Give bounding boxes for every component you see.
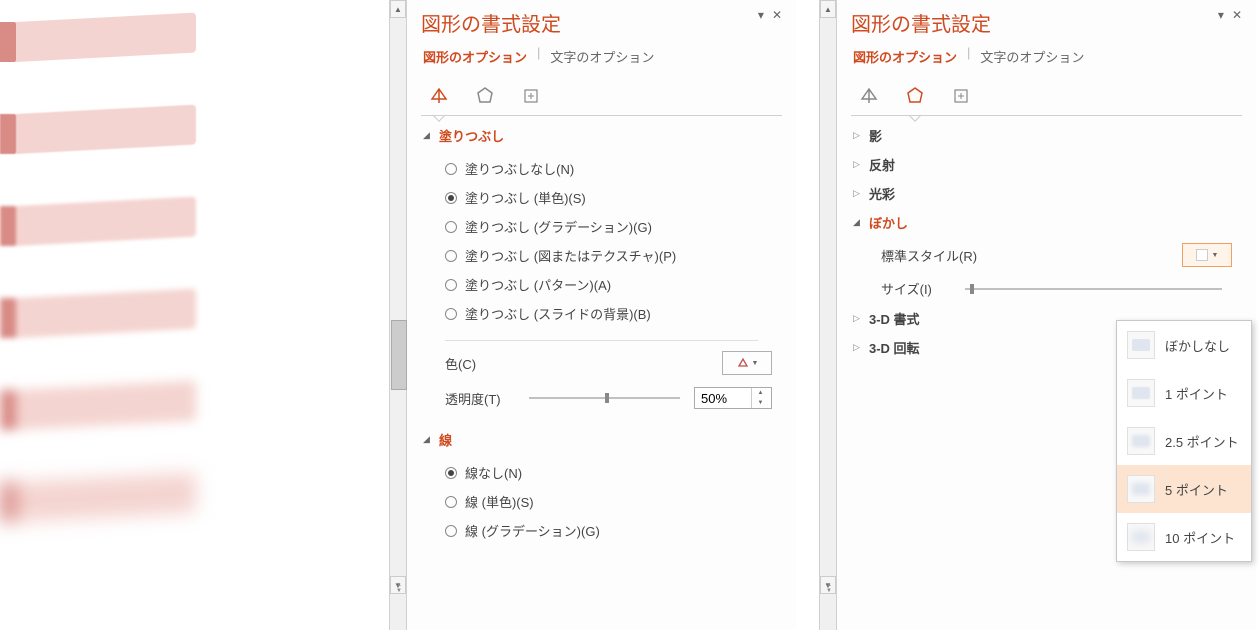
blur-option-10pt[interactable]: 10 ポイント — [1117, 513, 1251, 561]
format-shape-panel-fill: ▲ ▼ ▲▼ 図形の書式設定 ▾ ✕ 図形のオプション | 文字のオプション ◢… — [406, 0, 796, 630]
radio-line-solid[interactable]: 線 (単色)(S) — [445, 487, 780, 516]
radio-fill-none[interactable]: 塗りつぶしなし(N) — [445, 154, 780, 183]
section-reflection[interactable]: ▷反射 — [853, 150, 1240, 179]
radio-fill-gradient[interactable]: 塗りつぶし (グラデーション)(G) — [445, 212, 780, 241]
panel-title: 図形の書式設定 — [421, 8, 561, 37]
close-icon[interactable]: ✕ — [772, 8, 782, 22]
blur-option-25pt[interactable]: 2.5 ポイント — [1117, 417, 1251, 465]
color-picker-button[interactable]: ▼ — [722, 351, 772, 375]
effects-icon[interactable] — [901, 82, 929, 110]
blur-option-1pt[interactable]: 1 ポイント — [1117, 369, 1251, 417]
tab-shape-options[interactable]: 図形のオプション — [851, 45, 959, 74]
tab-divider: | — [967, 45, 970, 74]
effects-icon[interactable] — [471, 82, 499, 110]
format-shape-panel-effects: ▲ ▼ ▲▼ 図形の書式設定 ▾ ✕ 図形のオプション | 文字のオプション ▷… — [836, 0, 1256, 630]
tab-text-options[interactable]: 文字のオプション — [548, 45, 656, 74]
radio-fill-pattern[interactable]: 塗りつぶし (パターン)(A) — [445, 270, 780, 299]
section-shadow[interactable]: ▷影 — [853, 121, 1240, 150]
radio-line-none[interactable]: 線なし(N) — [445, 458, 780, 487]
transparency-label: 透明度(T) — [445, 389, 515, 408]
section-soft-edges[interactable]: ◢ぼかし — [853, 208, 1240, 237]
transparency-slider[interactable] — [529, 397, 680, 399]
radio-fill-texture[interactable]: 塗りつぶし (図またはテクスチャ)(P) — [445, 241, 780, 270]
radio-fill-solid[interactable]: 塗りつぶし (単色)(S) — [445, 183, 780, 212]
size-properties-icon[interactable] — [947, 82, 975, 110]
scroll-split-icon[interactable]: ▲▼ — [822, 582, 836, 590]
radio-fill-slidebg[interactable]: 塗りつぶし (スライドの背景)(B) — [445, 299, 780, 328]
section-fill[interactable]: ◢塗りつぶし — [423, 121, 780, 150]
panel-menu-icon[interactable]: ▾ — [758, 8, 764, 22]
spinner-down-icon[interactable]: ▼ — [752, 398, 769, 408]
tab-divider: | — [537, 45, 540, 74]
vertical-scrollbar[interactable]: ▲ ▼ ▲▼ — [389, 0, 407, 630]
preset-label: 標準スタイル(R) — [881, 246, 977, 265]
spinner-up-icon[interactable]: ▲ — [752, 388, 769, 398]
panel-menu-icon[interactable]: ▾ — [1218, 8, 1224, 22]
size-properties-icon[interactable] — [517, 82, 545, 110]
blur-preset-menu: ぼかしなし 1 ポイント 2.5 ポイント 5 ポイント 10 ポイント — [1116, 320, 1252, 562]
tab-shape-options[interactable]: 図形のオプション — [421, 45, 529, 74]
color-label: 色(C) — [445, 354, 476, 373]
section-glow[interactable]: ▷光彩 — [853, 179, 1240, 208]
close-icon[interactable]: ✕ — [1232, 8, 1242, 22]
blur-option-5pt[interactable]: 5 ポイント — [1117, 465, 1251, 513]
scroll-up-button[interactable]: ▲ — [820, 0, 836, 18]
size-slider[interactable] — [965, 288, 1222, 290]
scroll-up-button[interactable]: ▲ — [390, 0, 406, 18]
section-line-label: 線 — [439, 430, 452, 449]
section-line[interactable]: ◢線 — [423, 425, 780, 454]
scroll-split-icon[interactable]: ▲▼ — [392, 582, 406, 590]
fill-line-icon[interactable] — [855, 82, 883, 110]
tab-text-options[interactable]: 文字のオプション — [978, 45, 1086, 74]
scroll-thumb[interactable] — [391, 320, 407, 390]
transparency-spinner[interactable]: ▲▼ — [694, 387, 772, 409]
fill-line-icon[interactable] — [425, 82, 453, 110]
panel-title: 図形の書式設定 — [851, 8, 991, 37]
vertical-scrollbar[interactable]: ▲ ▼ ▲▼ — [819, 0, 837, 630]
section-fill-label: 塗りつぶし — [439, 126, 504, 145]
radio-line-gradient[interactable]: 線 (グラデーション)(G) — [445, 516, 780, 545]
divider — [445, 340, 758, 341]
transparency-input[interactable] — [695, 391, 751, 406]
blur-option-none[interactable]: ぼかしなし — [1117, 321, 1251, 369]
preset-dropdown-button[interactable]: ▼ — [1182, 243, 1232, 267]
shapes-preview — [0, 0, 380, 630]
size-label: サイズ(I) — [881, 279, 951, 298]
preset-swatch-icon — [1196, 249, 1208, 261]
